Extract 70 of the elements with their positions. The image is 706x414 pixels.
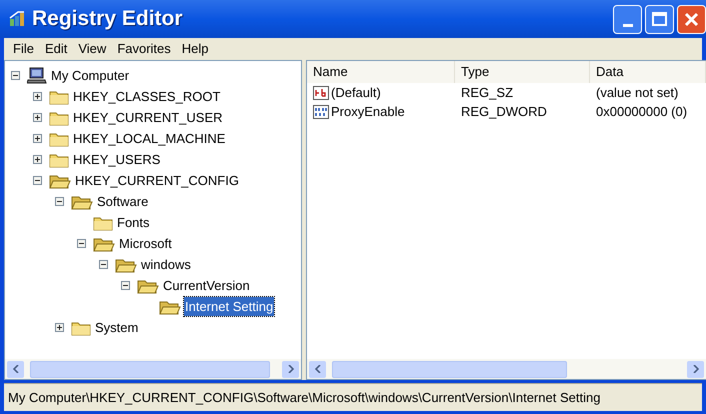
tree-item[interactable]: windows <box>140 254 192 274</box>
tree-item[interactable]: Software <box>96 192 150 212</box>
tree-item[interactable]: My Computer <box>50 66 130 86</box>
value-name[interactable]: (Default) <box>331 82 381 102</box>
collapse-toggle-icon[interactable] <box>121 281 130 290</box>
tree-item[interactable]: Fonts <box>116 212 151 232</box>
scroll-right-button[interactable] <box>282 360 299 378</box>
scroll-left-button[interactable] <box>7 360 24 378</box>
collapse-toggle-icon[interactable] <box>55 197 64 206</box>
value-name[interactable]: ProxyEnable <box>331 102 405 122</box>
column-header[interactable]: Type <box>455 61 590 83</box>
tree-item[interactable]: HKEY_USERS <box>72 150 162 170</box>
collapse-toggle-icon[interactable] <box>11 71 20 80</box>
folder-icon <box>49 88 69 104</box>
close-button[interactable] <box>677 4 706 34</box>
tree-item[interactable]: HKEY_CLASSES_ROOT <box>72 86 222 106</box>
menu-item[interactable]: Favorites <box>112 39 176 59</box>
maximize-button[interactable] <box>645 4 674 34</box>
tree-item[interactable]: HKEY_CURRENT_CONFIG <box>74 170 240 190</box>
window-title: Registry Editor <box>32 6 183 32</box>
tree-item[interactable]: HKEY_CURRENT_USER <box>72 108 224 128</box>
expand-toggle-icon[interactable] <box>33 113 42 122</box>
folder-icon <box>93 214 113 230</box>
column-header[interactable]: Name <box>307 61 455 83</box>
tree-item[interactable]: System <box>94 318 140 338</box>
menu-item[interactable]: File <box>8 39 39 59</box>
open-folder-icon <box>159 298 181 314</box>
value-data: 0x00000000 (0) <box>596 104 688 119</box>
maximize-icon <box>652 12 667 26</box>
tree-item[interactable]: CurrentVersion <box>162 276 251 296</box>
scrollbar-thumb[interactable] <box>30 360 270 378</box>
value-type: REG_SZ <box>461 84 514 100</box>
tree-item[interactable]: Internet Setting <box>184 296 274 316</box>
menu-item[interactable]: Help <box>176 39 214 59</box>
value-type: REG_DWORD <box>461 104 547 119</box>
expand-toggle-icon[interactable] <box>33 134 42 143</box>
folder-icon <box>49 152 69 168</box>
expand-toggle-icon[interactable] <box>55 323 64 332</box>
open-folder-icon <box>115 256 137 272</box>
menu-item[interactable]: View <box>73 39 112 59</box>
binary-value-icon <box>313 104 329 118</box>
collapse-toggle-icon[interactable] <box>99 260 108 269</box>
minimize-button[interactable] <box>613 4 642 34</box>
folder-icon <box>49 130 69 146</box>
horizontal-scrollbar[interactable] <box>5 359 301 379</box>
open-folder-icon <box>71 194 93 210</box>
expand-toggle-icon[interactable] <box>33 155 42 164</box>
horizontal-scrollbar[interactable] <box>307 359 706 379</box>
computer-icon <box>27 67 47 84</box>
collapse-toggle-icon[interactable] <box>33 176 42 185</box>
expand-toggle-icon[interactable] <box>33 92 42 101</box>
open-folder-icon <box>93 236 115 252</box>
minimize-icon <box>622 24 632 26</box>
close-icon <box>684 12 699 26</box>
scrollbar-thumb[interactable] <box>332 360 567 378</box>
open-folder-icon <box>137 278 159 294</box>
tree-item[interactable]: HKEY_LOCAL_MACHINE <box>72 128 226 148</box>
open-folder-icon <box>49 172 71 188</box>
scroll-right-button[interactable] <box>687 360 704 378</box>
folder-icon <box>71 320 91 336</box>
column-header[interactable]: Data <box>590 61 706 83</box>
status-text: My Computer\HKEY_CURRENT_CONFIG\Software\Microsoft\windows\CurrentVersion\Internet Setting <box>8 388 600 407</box>
registry-app-icon <box>8 10 26 28</box>
collapse-toggle-icon[interactable] <box>77 239 86 248</box>
string-value-icon <box>313 86 329 100</box>
scroll-left-button[interactable] <box>309 360 326 378</box>
menu-item[interactable]: Edit <box>40 39 72 59</box>
value-data: (value not set) <box>596 84 678 100</box>
folder-icon <box>49 110 69 126</box>
tree-item[interactable]: Microsoft <box>118 234 173 254</box>
